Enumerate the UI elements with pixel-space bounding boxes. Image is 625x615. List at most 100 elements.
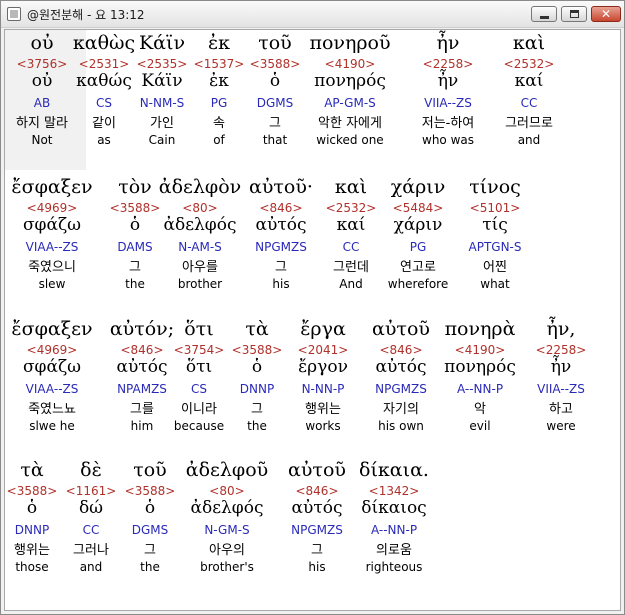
greek-word: ἀδελφοῦ: [185, 459, 269, 481]
strong-number: <4190>: [324, 57, 376, 71]
korean-gloss: 죽였느뇨: [28, 402, 76, 417]
greek-word: ἔσφαξεν: [11, 176, 93, 198]
parse-code: NPGMZS: [375, 382, 427, 396]
parse-code: A--NN-P: [370, 523, 418, 537]
strong-number: <80>: [182, 201, 218, 215]
parse-code: N-NN-P: [301, 382, 345, 396]
english-gloss: his own: [378, 419, 424, 433]
lemma: ἀδελφός: [190, 498, 264, 518]
lemma: ἦν: [550, 357, 572, 377]
interlinear-word[interactable]: ἔσφαξεν <4969> σφάζω VIAA--ZS 죽였으니 slew: [7, 176, 97, 291]
strong-number: <846>: [379, 343, 423, 357]
english-gloss: were: [546, 419, 576, 433]
interlinear-word[interactable]: αὐτοῦ <846> αὐτός NPGMZS 자기의 his own: [356, 318, 446, 433]
parse-code: N-GM-S: [204, 523, 250, 537]
greek-word: δίκαια.: [359, 459, 429, 481]
parse-code: VIAA--ZS: [25, 240, 79, 254]
korean-gloss: 아우의: [209, 543, 245, 558]
lemma: ἀδελφός: [163, 215, 237, 235]
english-gloss: slwe he: [29, 419, 75, 433]
lemma: καί: [514, 71, 544, 91]
lemma: σφάζω: [22, 215, 82, 235]
maximize-icon: [570, 10, 579, 18]
interlinear-word[interactable]: δίκαια. <1342> δίκαιος A--NN-P 의로움 righteous: [349, 459, 439, 574]
parse-code: VIAA--ZS: [25, 382, 79, 396]
english-gloss: slew: [38, 277, 66, 291]
lemma: δίκαιος: [361, 498, 427, 518]
english-gloss: what: [480, 277, 510, 291]
parse-code: A--NN-P: [456, 382, 504, 396]
english-gloss: who was: [422, 133, 474, 147]
korean-gloss: 죽였으니: [28, 260, 76, 275]
strong-number: <1342>: [368, 484, 420, 498]
english-gloss: brother: [177, 277, 223, 291]
korean-gloss: 악: [474, 402, 486, 417]
lemma: πονηρός: [314, 71, 386, 91]
korean-gloss: 하고: [549, 402, 573, 417]
interlinear-panel[interactable]: οὐ <3756> οὐ AB 하지 말라 Not καθὼς <2531> καθώς CS 같이…: [4, 29, 621, 611]
parse-code: CC: [520, 96, 538, 110]
strong-number: <2258>: [422, 57, 474, 71]
parse-code: APTGN-S: [468, 240, 522, 254]
greek-word: ἦν: [436, 32, 460, 54]
parse-code: N-AM-S: [178, 240, 222, 254]
greek-word: πονηρὰ: [444, 318, 516, 340]
close-button[interactable]: ✕: [591, 6, 621, 22]
title-bar[interactable]: @원전분해 - 요 13:12 ✕: [1, 1, 624, 28]
maximize-button[interactable]: [561, 6, 587, 22]
strong-number: <80>: [209, 484, 245, 498]
english-gloss: wicked one: [316, 133, 384, 147]
korean-gloss: 악한 자에게: [318, 116, 382, 131]
korean-gloss: 그러므로: [505, 116, 553, 131]
lemma: ἔργον: [298, 357, 348, 377]
lemma: τίς: [482, 215, 508, 235]
english-gloss: righteous: [365, 560, 423, 574]
greek-word: ἔργα: [300, 318, 346, 340]
interlinear-word[interactable]: ἀδελφοῦ <80> ἀδελφός N-GM-S 아우의 brother's: [182, 459, 272, 574]
korean-gloss: 의로움: [376, 543, 412, 558]
strong-number: <2041>: [297, 343, 349, 357]
english-gloss: and: [517, 133, 541, 147]
minimize-button[interactable]: [531, 6, 557, 22]
korean-gloss: 행위는: [305, 402, 341, 417]
greek-word: ἦν,: [546, 318, 576, 340]
greek-word: τίνος: [469, 176, 521, 198]
korean-gloss: 어찐: [483, 260, 507, 275]
strong-number: <2532>: [503, 57, 555, 71]
greek-word: ἔσφαξεν: [11, 318, 93, 340]
korean-gloss: 아우를: [182, 260, 218, 275]
lemma: αὐτός: [375, 357, 427, 377]
korean-gloss: 저는-하여: [421, 116, 475, 131]
strong-number: <4969>: [26, 343, 78, 357]
strong-number: <5101>: [469, 201, 521, 215]
english-gloss: evil: [469, 419, 491, 433]
minimize-icon: [540, 16, 549, 19]
lemma: ἦν: [437, 71, 459, 91]
interlinear-word[interactable]: καὶ <2532> καί CC 그러므로 and: [484, 32, 574, 147]
greek-word: καὶ: [512, 32, 546, 54]
english-gloss: works: [305, 419, 341, 433]
interlinear-word[interactable]: ἔργα <2041> ἔργον N-NN-P 행위는 works: [278, 318, 368, 433]
strong-number: <4190>: [454, 343, 506, 357]
strong-number: <4969>: [26, 201, 78, 215]
parse-code: VIIA--ZS: [537, 382, 585, 396]
interlinear-word[interactable]: ἀδελφὸν <80> ἀδελφός N-AM-S 아우를 brother: [155, 176, 245, 291]
close-icon: ✕: [600, 7, 612, 21]
interlinear-word[interactable]: πονηρὰ <4190> πονηρός A--NN-P 악 evil: [435, 318, 525, 433]
greek-word: ἀδελφὸν: [158, 176, 242, 198]
app-window: @원전분해 - 요 13:12 ✕ οὐ <3756> οὐ AB 하지 말라 Not κα…: [0, 0, 625, 615]
greek-word: πονηροῦ: [309, 32, 391, 54]
interlinear-word[interactable]: ἦν <2258> ἦν VIIA--ZS 저는-하여 who was: [403, 32, 493, 147]
greek-word: αὐτοῦ: [372, 318, 430, 340]
parse-code: VIIA--ZS: [424, 96, 472, 110]
interlinear-word[interactable]: πονηροῦ <4190> πονηρός AP-GM-S 악한 자에게 wicked …: [305, 32, 395, 147]
app-icon: [7, 7, 21, 21]
parse-code: AP-GM-S: [324, 96, 376, 110]
interlinear-word[interactable]: τίνος <5101> τίς APTGN-S 어찐 what: [450, 176, 540, 291]
lemma: σφάζω: [22, 357, 82, 377]
window-title: @원전분해 - 요 13:12: [27, 8, 145, 22]
interlinear-word[interactable]: ἦν, <2258> ἦν VIIA--ZS 하고 were: [516, 318, 606, 433]
interlinear-word[interactable]: ἔσφαξεν <4969> σφάζω VIAA--ZS 죽였느뇨 slwe he: [7, 318, 97, 433]
korean-gloss: 자기의: [383, 402, 419, 417]
lemma: πονηρός: [444, 357, 516, 377]
